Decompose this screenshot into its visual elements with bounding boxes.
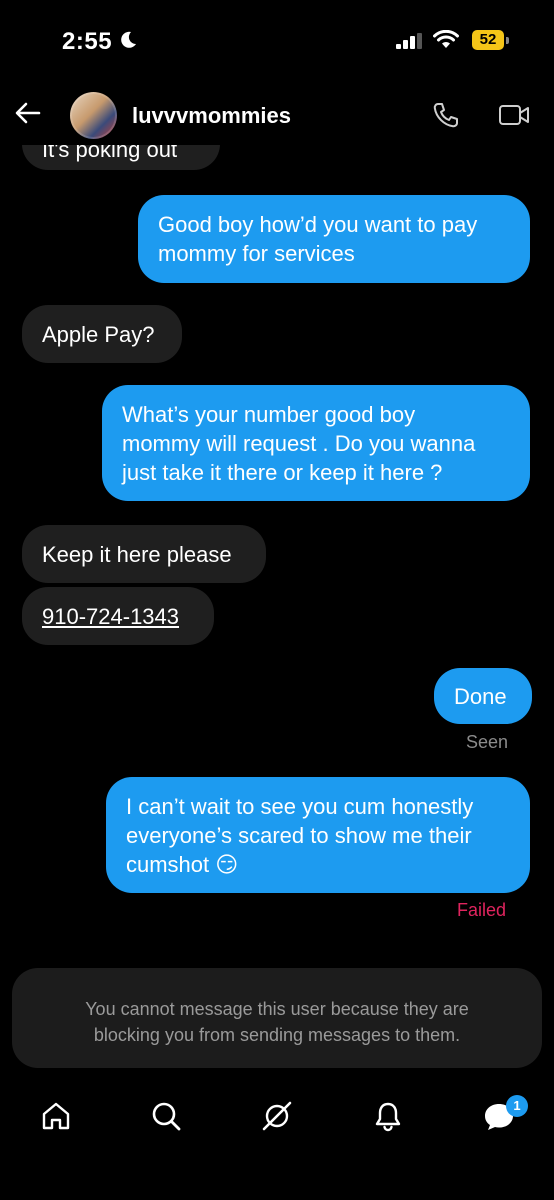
message-line: everyone’s scared to show me their xyxy=(126,823,472,848)
blocked-notice-line: blocking you from sending messages to th… xyxy=(93,1025,461,1045)
message-text: Done xyxy=(454,684,507,709)
avatar[interactable] xyxy=(70,92,117,139)
message-bubble-in[interactable]: 910-724-1343 xyxy=(22,587,214,645)
message-bubble-out[interactable]: I can’t wait to see you cum honestly eve… xyxy=(106,777,530,893)
messages-badge: 1 xyxy=(506,1095,528,1117)
message-bubble-in[interactable]: Apple Pay? xyxy=(22,305,182,363)
search-icon[interactable] xyxy=(150,1100,182,1132)
blocked-notice: You cannot message this user because the… xyxy=(12,968,542,1068)
message-text: Apple Pay? xyxy=(42,322,155,347)
notifications-icon[interactable] xyxy=(372,1100,404,1132)
message-bubble-out[interactable]: Done xyxy=(434,668,532,724)
message-text: Keep it here please xyxy=(42,542,232,567)
phone-call-icon[interactable] xyxy=(432,101,460,129)
message-line: I can’t wait to see you cum honestly xyxy=(126,794,474,819)
conversation-username[interactable]: luvvvmommies xyxy=(132,103,291,129)
conversation-header: luvvvmommies xyxy=(0,85,554,145)
grok-icon[interactable] xyxy=(261,1100,293,1132)
phone-number-link[interactable]: 910-724-1343 xyxy=(42,604,179,629)
message-line: mommy for services xyxy=(158,241,355,266)
message-bubble-in[interactable]: Keep it here please xyxy=(22,525,266,583)
video-call-icon[interactable] xyxy=(498,103,530,127)
message-line: Good boy how’d you want to pay xyxy=(158,212,478,237)
back-arrow-icon[interactable] xyxy=(14,99,42,127)
failed-status[interactable]: Failed xyxy=(457,900,506,921)
message-line: What’s your number good boy xyxy=(122,402,416,427)
message-bubble-out[interactable]: Good boy how’d you want to pay mommy for… xyxy=(138,195,530,283)
message-line: just take it there or keep it here ? xyxy=(122,460,443,485)
home-icon[interactable] xyxy=(40,1100,72,1132)
bottom-navigation xyxy=(0,1080,554,1150)
message-line: cumshot 😏 xyxy=(126,852,239,877)
message-bubble-out[interactable]: What’s your number good boy mommy will r… xyxy=(102,385,530,501)
message-line: mommy will request . Do you wanna xyxy=(122,431,476,456)
blocked-notice-line: You cannot message this user because the… xyxy=(85,999,469,1019)
seen-status: Seen xyxy=(466,732,509,752)
